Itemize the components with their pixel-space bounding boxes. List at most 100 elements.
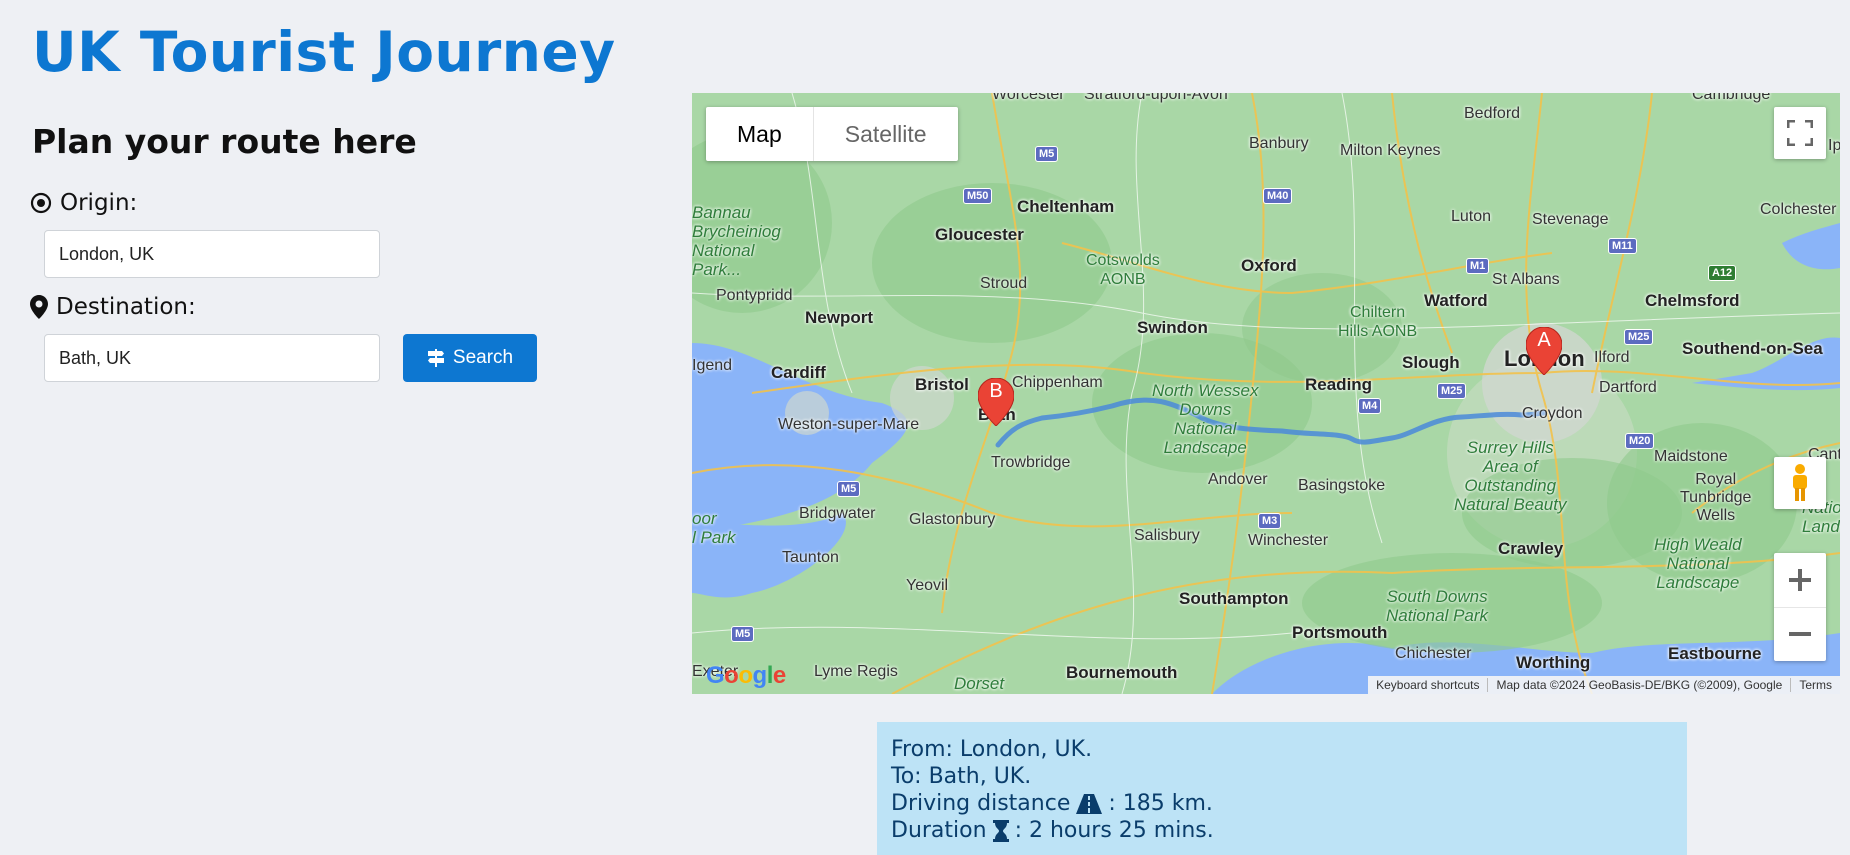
place-label: Gloucester — [935, 225, 1024, 244]
place-label: High Weald National Landscape — [1654, 535, 1742, 592]
road-shield: M11 — [1608, 238, 1637, 254]
destination-input[interactable] — [44, 334, 380, 382]
route-map[interactable]: Worcester Stratford-upon-Avon Cambridge … — [692, 93, 1840, 694]
map-data-text: Map data ©2024 GeoBasis-DE/BKG (©2009), … — [1487, 678, 1790, 692]
distance-value: : 185 km. — [1108, 791, 1213, 816]
search-button[interactable]: Search — [403, 334, 537, 382]
origin-target-icon — [30, 192, 52, 214]
place-label: Banbury — [1249, 135, 1309, 152]
distance-label: Driving distance — [891, 791, 1071, 816]
destination-label: Destination: — [30, 294, 196, 320]
place-label: Stroud — [980, 275, 1028, 292]
place-label: Reading — [1305, 375, 1373, 394]
road-shield: M40 — [1263, 188, 1293, 204]
fullscreen-icon — [1787, 120, 1813, 146]
place-label: Chichester — [1395, 645, 1472, 662]
place-label: oor l Park — [692, 509, 736, 547]
place-label: Bridgwater — [799, 505, 876, 522]
place-label: Glastonbury — [909, 511, 996, 528]
place-label: Colchester — [1760, 201, 1837, 218]
map-type-satellite-button[interactable]: Satellite — [814, 107, 958, 161]
marker-origin-label: A — [1537, 329, 1551, 351]
marker-destination-label: B — [989, 380, 1003, 402]
place-label: Andover — [1208, 471, 1268, 488]
page-title: UK Tourist Journey — [32, 20, 616, 84]
map-type-control: Map Satellite — [706, 107, 958, 161]
place-label: Oxford — [1241, 256, 1297, 275]
marker-destination[interactable]: B — [977, 377, 1015, 427]
keyboard-shortcuts-link[interactable]: Keyboard shortcuts — [1368, 678, 1487, 692]
place-label: Taunton — [782, 549, 839, 566]
pegman-icon — [1793, 464, 1807, 501]
summary-duration: Duration : 2 hours 25 mins. — [891, 817, 1673, 844]
origin-label-text: Origin: — [60, 190, 138, 216]
road-shield: M25 — [1624, 329, 1654, 345]
place-label: Bannau Brycheiniog National Park... — [692, 203, 781, 279]
road-shield: M20 — [1625, 433, 1655, 449]
road-shield: M25 — [1437, 383, 1467, 399]
fullscreen-button[interactable] — [1774, 107, 1826, 159]
minus-icon — [1789, 632, 1811, 637]
terms-link[interactable]: Terms — [1790, 678, 1840, 692]
place-label: Stevenage — [1532, 211, 1609, 228]
duration-value: : 2 hours 25 mins. — [1014, 818, 1214, 843]
place-label: Surrey Hills Area of Outstanding Natural… — [1454, 438, 1567, 514]
place-label: Maidstone — [1654, 448, 1728, 465]
place-label: Watford — [1424, 291, 1488, 310]
form-heading: Plan your route here — [32, 122, 417, 161]
place-label: Dorset — [954, 674, 1005, 693]
place-label: St Albans — [1492, 271, 1560, 288]
place-label: Bedford — [1464, 105, 1521, 122]
zoom-control — [1774, 553, 1826, 661]
road-shield: M5 — [1035, 146, 1059, 162]
place-label: Croydon — [1522, 405, 1583, 422]
place-label: Cotswolds AONB — [1086, 252, 1160, 288]
road-shield: M5 — [731, 626, 755, 642]
summary-distance: Driving distance : 185 km. — [891, 790, 1673, 817]
place-label: Basingstoke — [1298, 477, 1386, 494]
road-shield: M3 — [1258, 513, 1282, 529]
place-label: Chiltern Hills AONB — [1338, 304, 1418, 340]
place-label: Salisbury — [1134, 527, 1200, 544]
place-label: Swindon — [1137, 318, 1208, 337]
place-label: Winchester — [1248, 532, 1329, 549]
place-label: Southend-on-Sea — [1682, 339, 1823, 358]
zoom-in-button[interactable] — [1774, 553, 1826, 608]
place-label: Milton Keynes — [1340, 142, 1441, 159]
place-label: Trowbridge — [991, 454, 1071, 471]
road-shield: M1 — [1466, 258, 1490, 274]
road-icon — [1076, 793, 1103, 814]
map-type-map-button[interactable]: Map — [706, 107, 814, 161]
search-button-label: Search — [452, 347, 514, 368]
place-label: Cheltenham — [1017, 197, 1115, 216]
marker-origin[interactable]: A — [1525, 326, 1563, 376]
place-label: Worcester — [992, 93, 1065, 103]
place-label: Lyme Regis — [814, 663, 898, 680]
place-label: Chelmsford — [1645, 291, 1740, 310]
origin-label: Origin: — [30, 190, 137, 216]
plus-icon — [1789, 568, 1811, 591]
street-view-pegman-button[interactable] — [1774, 457, 1826, 509]
road-shield: M4 — [1358, 398, 1382, 414]
hourglass-icon — [992, 819, 1009, 842]
road-shield: A12 — [1708, 265, 1737, 281]
road-shield: M5 — [837, 481, 861, 497]
road-shield: M50 — [963, 188, 993, 204]
place-label: Eastbourne — [1668, 644, 1762, 663]
place-label: Cambridge — [1692, 93, 1771, 103]
place-label: Dartford — [1599, 379, 1657, 396]
place-label: Chippenham — [1012, 374, 1103, 391]
place-label: Stratford-upon-Avon — [1084, 93, 1228, 103]
zoom-out-button[interactable] — [1774, 608, 1826, 662]
place-label: Luton — [1451, 208, 1492, 225]
place-label: Cardiff — [771, 363, 826, 382]
place-label: Yeovil — [906, 577, 949, 594]
place-label: Crawley — [1498, 539, 1564, 558]
destination-label-text: Destination: — [56, 294, 196, 320]
origin-input[interactable] — [44, 230, 380, 278]
summary-to: To: Bath, UK. — [891, 764, 1032, 789]
place-label: Portsmouth — [1292, 623, 1388, 642]
google-logo: Google — [706, 662, 786, 689]
place-label: Slough — [1402, 353, 1460, 372]
route-summary: From: London, UK. To: Bath, UK. Driving … — [877, 722, 1687, 855]
